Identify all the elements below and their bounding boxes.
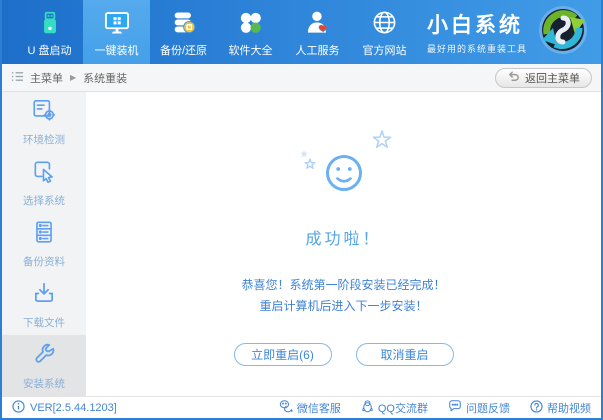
person-heart-icon bbox=[304, 7, 331, 39]
nav-item-usb-boot[interactable]: U 盘启动 bbox=[16, 0, 83, 64]
status-link-label: QQ交流群 bbox=[378, 400, 428, 416]
breadcrumb-root[interactable]: 主菜单 bbox=[11, 70, 63, 86]
sidebar-item-backup-data[interactable]: 备份资料 bbox=[2, 214, 86, 275]
sidebar-item-label: 安装系统 bbox=[23, 376, 65, 391]
top-nav: U 盘启动 一键装机 bbox=[2, 0, 601, 64]
success-message-line2: 重启计算机后进入下一步安装！ bbox=[241, 296, 445, 317]
breadcrumb-arrow-icon: ▶ bbox=[70, 73, 76, 82]
success-title: 成功啦！ bbox=[305, 225, 381, 249]
database-icon bbox=[170, 7, 198, 39]
feedback-link[interactable]: 问题反馈 bbox=[448, 399, 510, 416]
nav-item-label: 一键装机 bbox=[95, 42, 139, 58]
sidebar: 环境检测 选择系统 bbox=[2, 92, 86, 396]
usb-icon bbox=[37, 7, 63, 39]
monitor-icon bbox=[103, 7, 131, 39]
nav-item-human-service[interactable]: 人工服务 bbox=[284, 0, 351, 64]
restart-now-button[interactable]: 立即重启(6) bbox=[234, 343, 332, 366]
sidebar-item-label: 备份资料 bbox=[23, 254, 65, 269]
nav-item-label: 官方网站 bbox=[363, 42, 407, 58]
nav-item-backup-restore[interactable]: 备份/还原 bbox=[150, 0, 217, 64]
sidebar-item-env-check[interactable]: 环境检测 bbox=[2, 92, 86, 153]
nav-item-label: 备份/还原 bbox=[160, 42, 207, 58]
brand-title: 小白系统 bbox=[427, 9, 527, 39]
env-check-icon bbox=[31, 97, 57, 126]
brand-logo-icon bbox=[537, 4, 589, 61]
back-button-label: 返回主菜单 bbox=[525, 70, 580, 86]
nav-item-one-click-install[interactable]: 一键装机 bbox=[83, 0, 150, 64]
status-bar: VER[2.5.44.1203] 微信客服 bbox=[2, 396, 601, 418]
help-video-link[interactable]: 帮助视频 bbox=[530, 399, 591, 416]
status-link-label: 问题反馈 bbox=[466, 400, 510, 416]
feedback-bubble-icon bbox=[448, 399, 462, 416]
main-panel: 成功啦！ 恭喜您！系统第一阶段安装已经完成！ 重启计算机后进入下一步安装！ 立即… bbox=[86, 92, 601, 396]
menu-list-icon bbox=[11, 70, 24, 86]
wechat-icon bbox=[279, 399, 293, 416]
smiley-face-icon bbox=[282, 126, 406, 217]
status-link-label: 帮助视频 bbox=[547, 400, 591, 416]
version-label: VER[2.5.44.1203] bbox=[30, 402, 117, 414]
sidebar-item-label: 选择系统 bbox=[23, 193, 65, 208]
nav-item-official-website[interactable]: 官方网站 bbox=[351, 0, 418, 64]
breadcrumb-current: 系统重装 bbox=[83, 70, 127, 86]
nav-item-label: 软件大全 bbox=[229, 42, 273, 58]
breadcrumb: 主菜单 ▶ 系统重装 返回主菜单 bbox=[2, 64, 601, 92]
nav-item-label: U 盘启动 bbox=[28, 42, 72, 58]
clover-icon bbox=[237, 7, 264, 39]
sidebar-item-select-system[interactable]: 选择系统 bbox=[2, 153, 86, 214]
select-system-icon bbox=[31, 158, 57, 187]
app-window: U 盘启动 一键装机 bbox=[0, 0, 603, 420]
success-message-line1: 恭喜您！系统第一阶段安装已经完成！ bbox=[241, 275, 445, 296]
sidebar-item-download-files[interactable]: 下载文件 bbox=[2, 274, 86, 335]
sidebar-item-install-system[interactable]: 安装系统 bbox=[2, 335, 86, 396]
brand-tagline: 最好用的系统重装工具 bbox=[427, 42, 527, 55]
help-icon bbox=[530, 400, 543, 416]
brand: 小白系统 最好用的系统重装工具 bbox=[427, 0, 601, 64]
return-arrow-icon bbox=[507, 70, 520, 86]
download-icon bbox=[31, 280, 57, 309]
breadcrumb-root-label: 主菜单 bbox=[30, 70, 63, 86]
back-to-main-menu-button[interactable]: 返回主菜单 bbox=[495, 68, 592, 88]
sidebar-item-label: 下载文件 bbox=[23, 315, 65, 330]
info-icon bbox=[12, 400, 25, 416]
wrench-icon bbox=[31, 341, 57, 370]
backup-data-icon bbox=[31, 219, 57, 248]
sidebar-item-label: 环境检测 bbox=[23, 132, 65, 147]
wechat-support-link[interactable]: 微信客服 bbox=[279, 399, 341, 416]
globe-icon bbox=[371, 7, 398, 39]
nav-item-software-collection[interactable]: 软件大全 bbox=[217, 0, 284, 64]
qq-group-link[interactable]: QQ交流群 bbox=[361, 399, 428, 416]
qq-icon bbox=[361, 399, 374, 416]
status-link-label: 微信客服 bbox=[297, 400, 341, 416]
cancel-restart-button[interactable]: 取消重启 bbox=[356, 343, 454, 366]
nav-item-label: 人工服务 bbox=[296, 42, 340, 58]
